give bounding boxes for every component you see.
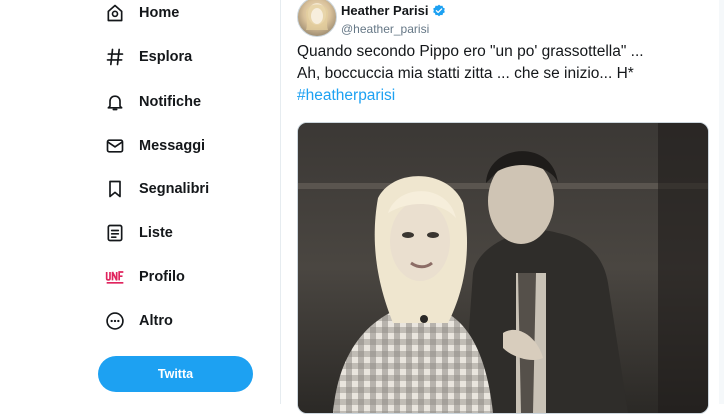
tweet-author[interactable]: Heather Parisi @heather_parisi	[341, 2, 446, 36]
bell-icon	[104, 91, 126, 113]
tweet: Heather Parisi @heather_parisi Quando se…	[281, 0, 724, 414]
nav-label-profile: Profilo	[139, 269, 185, 285]
scrollbar[interactable]	[719, 0, 724, 404]
nav-label-bookmarks: Segnalibri	[139, 181, 210, 197]
sidebar: Home Esplora Notifiche Messaggi Segnalib…	[0, 0, 280, 404]
envelope-icon	[104, 135, 126, 157]
tweet-photo[interactable]	[297, 122, 709, 414]
tweet-button[interactable]: Twitta	[98, 356, 253, 392]
home-icon	[104, 2, 126, 24]
hashtag-icon	[104, 46, 126, 68]
bookmark-icon	[104, 178, 126, 200]
author-handle: @heather_parisi	[341, 22, 430, 36]
author-name: Heather Parisi	[341, 3, 429, 18]
nav-label-more: Altro	[139, 313, 173, 329]
nav-label-messages: Messaggi	[139, 138, 206, 154]
nav-item-messages[interactable]: Messaggi	[104, 131, 205, 161]
list-icon	[104, 222, 126, 244]
nav-item-explore[interactable]: Esplora	[104, 42, 192, 72]
tweet-text: Quando secondo Pippo ero "un po' grassot…	[297, 41, 717, 107]
nav-label-notifications: Notifiche	[139, 94, 202, 110]
profile-logo-icon	[104, 266, 126, 288]
nav-label-explore: Esplora	[139, 49, 193, 65]
avatar[interactable]	[297, 0, 337, 37]
nav-item-notifications[interactable]: Notifiche	[104, 87, 201, 117]
nav-item-lists[interactable]: Liste	[104, 218, 173, 248]
tweet-text-line-1: Quando secondo Pippo ero "un po' grassot…	[297, 43, 644, 60]
nav-item-bookmarks[interactable]: Segnalibri	[104, 174, 209, 204]
nav-item-profile[interactable]: Profilo	[104, 262, 185, 292]
tweet-text-line-2: Ah, boccuccia mia statti zitta ... che s…	[297, 65, 634, 82]
hashtag-link[interactable]: #heatherparisi	[297, 85, 717, 107]
nav-label-lists: Liste	[139, 225, 173, 241]
nav-item-home[interactable]: Home	[104, 0, 179, 28]
verified-badge-icon	[433, 4, 446, 16]
nav-label-home: Home	[139, 5, 180, 21]
more-icon	[104, 310, 126, 332]
nav-item-more[interactable]: Altro	[104, 306, 173, 336]
